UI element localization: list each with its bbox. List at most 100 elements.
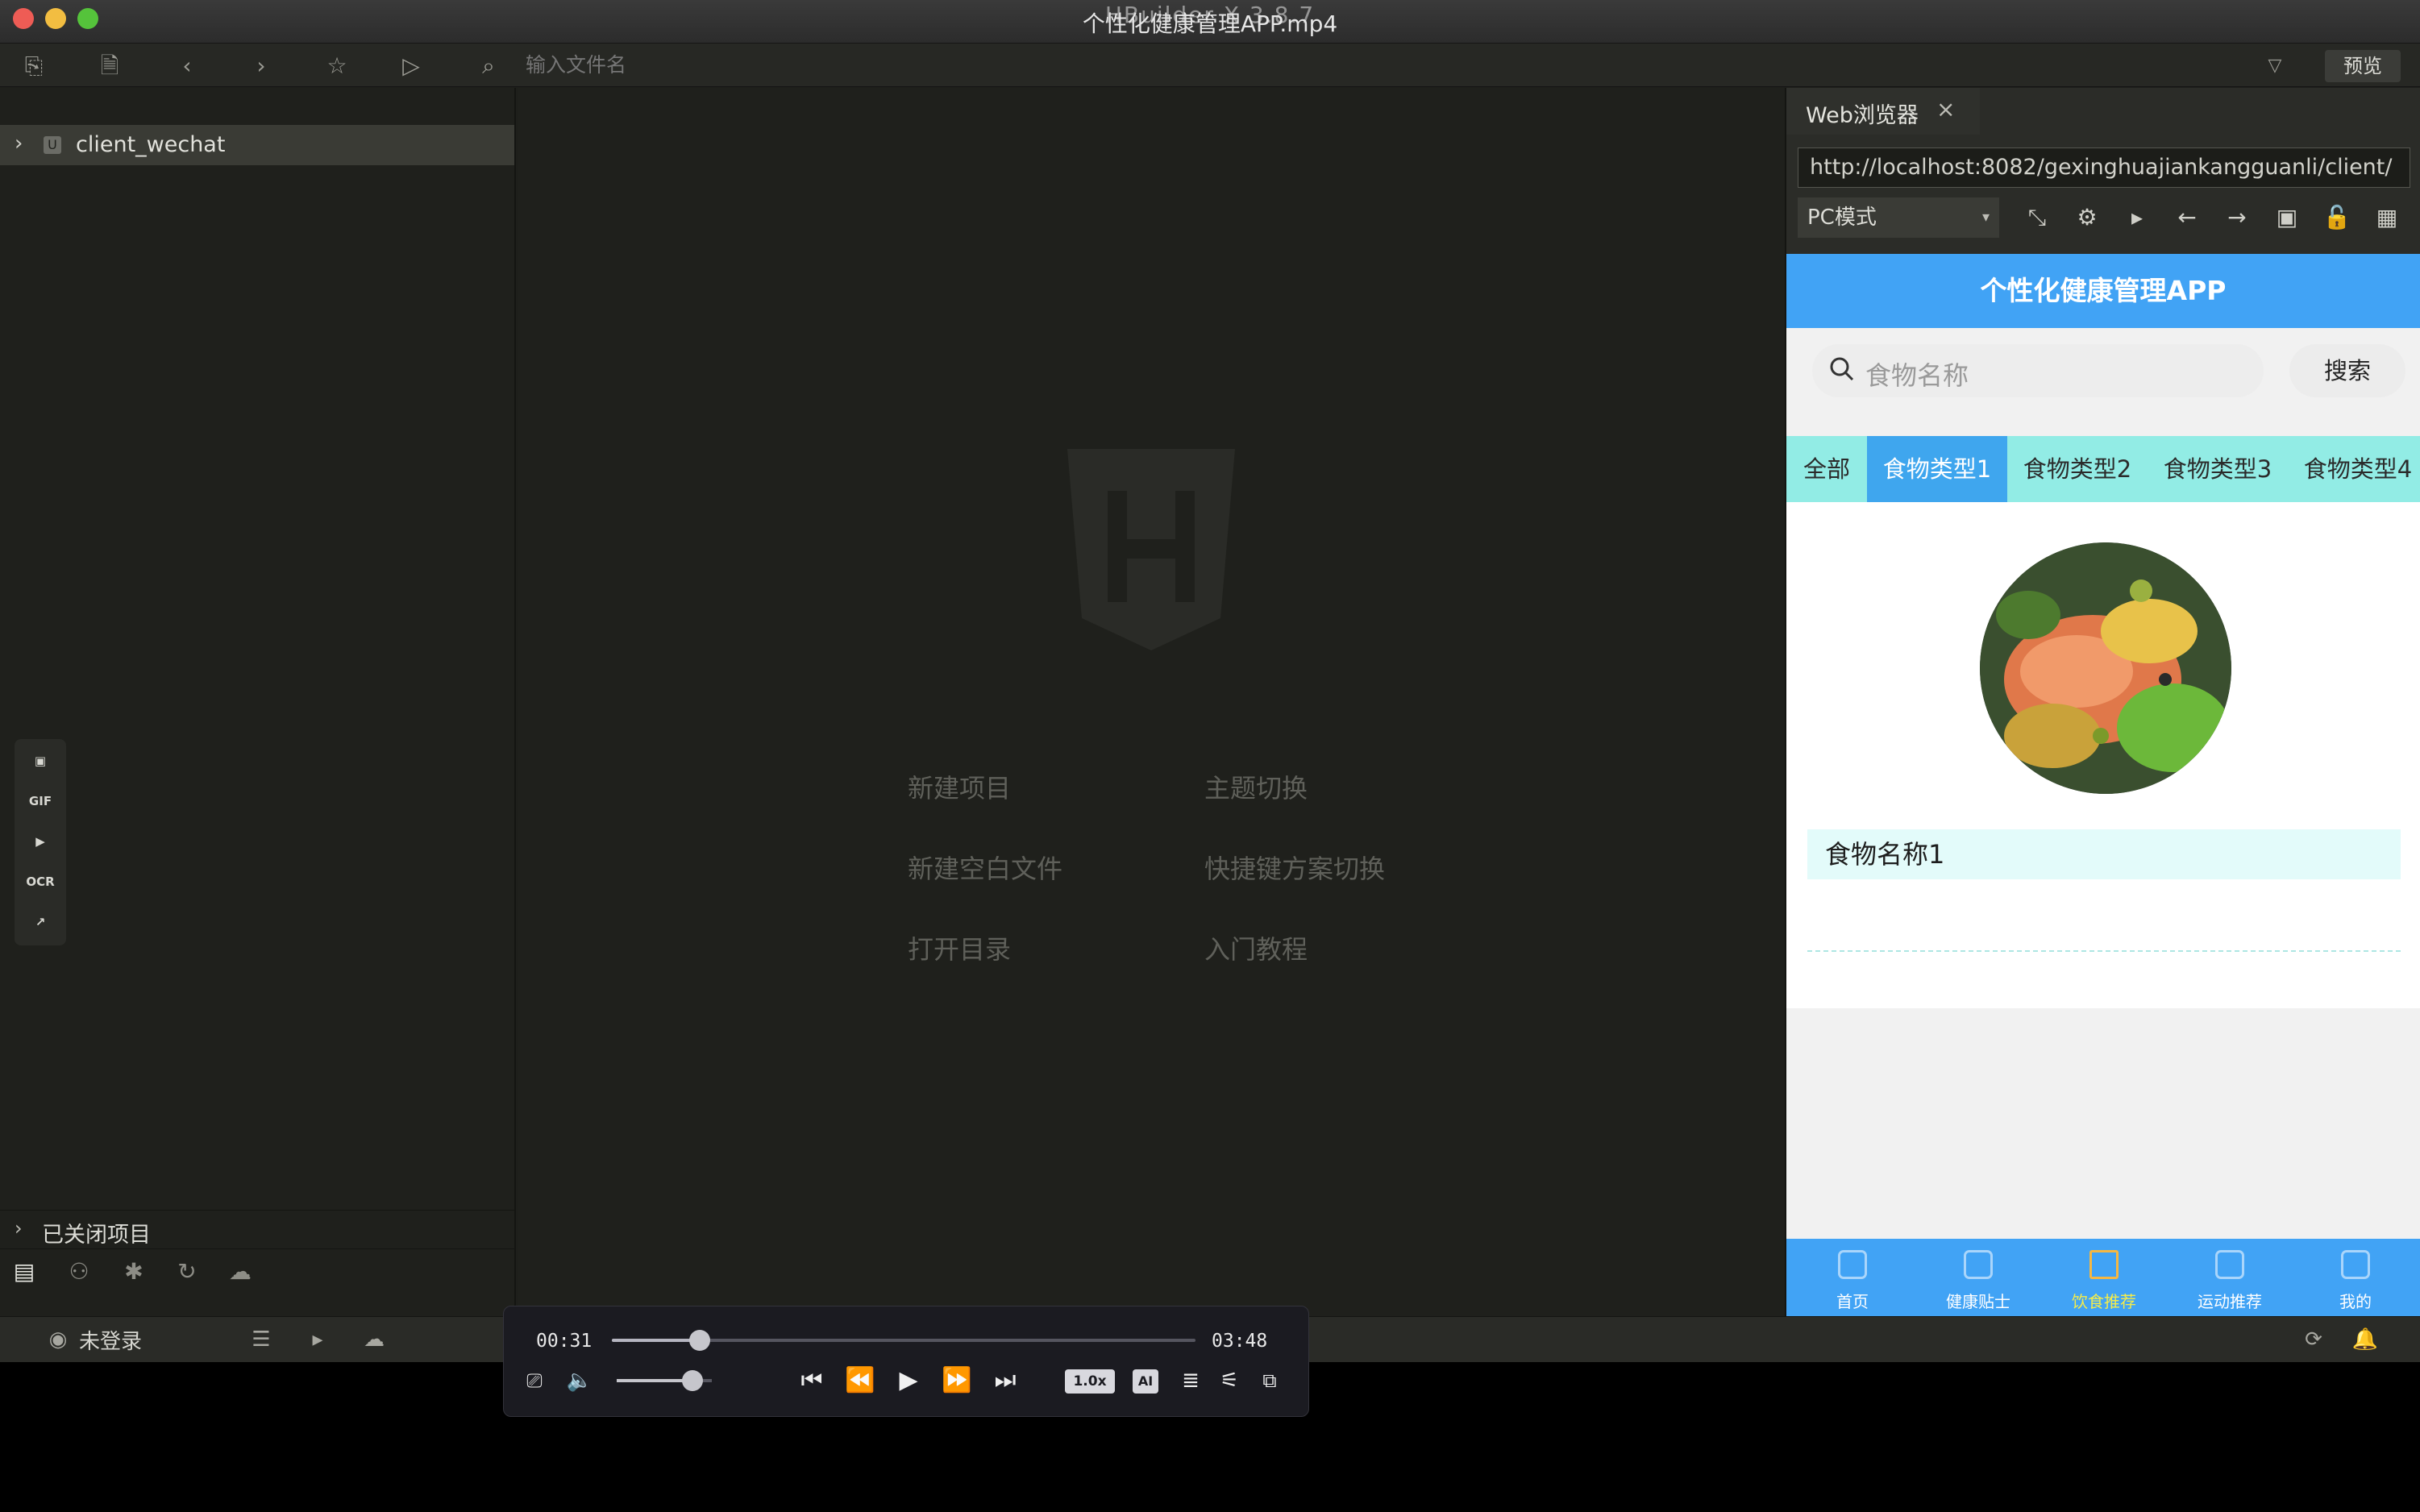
pip-icon[interactable]: ⧉ <box>1252 1363 1287 1398</box>
tab-label: 我的 <box>2339 1292 2372 1311</box>
category-tab[interactable]: 全部 <box>1786 436 1867 502</box>
category-tabs: 全部 食物类型1 食物类型2 食物类型3 食物类型4 <box>1786 436 2420 502</box>
chevron-right-icon[interactable]: › <box>15 1217 23 1240</box>
resize-icon[interactable]: ⤡ <box>2017 197 2057 238</box>
video-icon[interactable]: ▶ <box>24 828 56 855</box>
find-file-icon[interactable]: ⌕ <box>472 50 505 82</box>
rewind-icon[interactable]: ⏪ <box>842 1363 878 1398</box>
editor-welcome: 新建项目 主题切换 新建空白文件 快捷键方案切换 打开目录 入门教程 <box>518 88 1785 1316</box>
tab-mine[interactable]: 我的 <box>2307 1239 2404 1316</box>
search-input[interactable]: 食物名称 <box>1812 344 2264 397</box>
food-name[interactable]: 食物名称1 <box>1807 829 2401 879</box>
share-icon[interactable]: ↗ <box>24 908 56 936</box>
food-image[interactable] <box>1980 542 2231 794</box>
web-browser-panel: Web浏览器 × http://localhost:8082/gexinghua… <box>1785 88 2420 1316</box>
sidebar-tabs: ▤ ⚇ ✱ ↻ ☁ <box>0 1248 514 1294</box>
new-blank-file-link[interactable]: 新建空白文件 <box>908 849 1062 886</box>
skip-forward-icon[interactable]: ⏭ <box>988 1363 1023 1398</box>
save-icon[interactable]: 🗎 <box>94 50 126 82</box>
screenshot-icon[interactable]: ▣ <box>2267 197 2307 238</box>
window-title: 个性化健康管理APP.mp4 <box>1082 10 1338 37</box>
gif-icon[interactable]: GIF <box>24 787 56 815</box>
star-icon[interactable]: ☆ <box>321 50 353 82</box>
dropdown-arrow-icon: ▾ <box>1981 209 1990 226</box>
speed-button[interactable]: 1.0x <box>1065 1369 1115 1394</box>
search-button[interactable]: 搜索 <box>2289 344 2405 397</box>
document-icon <box>1964 1250 1993 1279</box>
app-window: HBuilder X 3.8.7 个性化健康管理APP.mp4 ⎘ 🗎 ‹ › … <box>0 0 2420 1362</box>
divider <box>1807 950 2401 952</box>
image-icon[interactable]: ▣ <box>24 747 56 775</box>
binoculars-icon[interactable]: ⚇ <box>61 1254 97 1290</box>
new-file-icon[interactable]: ⎘ <box>18 50 50 82</box>
tab-label: 健康贴士 <box>1946 1292 2010 1311</box>
run-icon[interactable]: ▷ <box>395 50 427 82</box>
playlist-icon[interactable]: ≣ <box>1173 1363 1208 1398</box>
theme-switch-link[interactable]: 主题切换 <box>1204 768 1308 805</box>
file-search-input[interactable] <box>526 50 2275 81</box>
category-tab-active[interactable]: 食物类型1 <box>1867 436 2007 502</box>
mode-select[interactable]: PC模式 ▾ <box>1798 197 1999 238</box>
arrow-left-icon[interactable]: ← <box>2167 197 2207 238</box>
fast-forward-icon[interactable]: ⏩ <box>939 1363 975 1398</box>
bell-icon[interactable]: 🔔 <box>2349 1323 2381 1356</box>
settings-icon[interactable]: ⚙ <box>2067 197 2107 238</box>
skip-back-icon[interactable]: ⏮ <box>794 1363 830 1398</box>
project-icon: U <box>44 136 61 154</box>
url-field[interactable]: http://localhost:8082/gexinghuajiankangg… <box>1798 147 2410 188</box>
project-manager-icon[interactable]: ▤ <box>6 1254 42 1290</box>
tab-exercise-recommend[interactable]: 运动推荐 <box>2181 1239 2278 1316</box>
tab-health-tips[interactable]: 健康贴士 <box>1930 1239 2027 1316</box>
project-item[interactable]: › U client_wechat <box>0 125 514 165</box>
qrcode-icon[interactable]: ▦ <box>2367 197 2407 238</box>
tab-home[interactable]: 首页 <box>1804 1239 1901 1316</box>
forward-icon[interactable]: › <box>245 50 277 82</box>
volume-icon[interactable]: 🔈 <box>562 1363 597 1398</box>
browser-tab-label: Web浏览器 <box>1806 103 1919 128</box>
volume-handle[interactable] <box>682 1370 704 1391</box>
play-icon[interactable]: ▶ <box>891 1363 926 1398</box>
adjust-icon[interactable]: ⚟ <box>1212 1363 1247 1398</box>
shortcut-scheme-link[interactable]: 快捷键方案切换 <box>1204 849 1385 886</box>
filter-icon[interactable]: ▽ <box>2259 50 2291 82</box>
back-icon[interactable]: ‹ <box>171 50 203 82</box>
progress-handle[interactable] <box>688 1330 710 1351</box>
mode-value: PC模式 <box>1807 206 1877 230</box>
chevron-right-icon[interactable]: › <box>15 131 23 156</box>
terminal-icon[interactable]: ▸ <box>301 1323 334 1356</box>
new-project-link[interactable]: 新建项目 <box>908 768 1011 805</box>
progress-fill <box>612 1339 700 1342</box>
app-title: 个性化健康管理APP <box>1786 254 2420 328</box>
tab-web-browser[interactable]: Web浏览器 × <box>1786 88 1980 135</box>
close-icon[interactable]: × <box>1936 96 1955 123</box>
search-icon <box>1830 357 1854 381</box>
update-icon[interactable]: ⟳ <box>2297 1323 2330 1356</box>
user-icon <box>2341 1250 2370 1279</box>
cloud-icon[interactable]: ☁ <box>358 1323 390 1356</box>
ocr-icon[interactable]: OCR <box>24 868 56 895</box>
airplay-icon[interactable]: ⎚ <box>517 1363 552 1398</box>
video-player-controls: 00:31 03:48 ⎚ 🔈 ⏮ ⏪ ▶ ⏩ ⏭ 1.0x AI ≣ ⚟ ⧉ <box>503 1306 1309 1417</box>
tab-diet-recommend[interactable]: 饮食推荐 <box>2056 1239 2152 1316</box>
debug-icon[interactable]: ✱ <box>116 1254 152 1290</box>
category-tab[interactable]: 食物类型2 <box>2007 436 2148 502</box>
category-tab[interactable]: 食物类型4 <box>2288 436 2420 502</box>
cloud-icon[interactable]: ☁ <box>222 1254 258 1290</box>
console-icon[interactable]: ▸ <box>2117 197 2157 238</box>
closed-projects[interactable]: › 已关闭项目 <box>0 1210 514 1248</box>
screenshot-toolbar: ▣ GIF ▶ OCR ↗ <box>15 739 66 945</box>
tutorial-link[interactable]: 入门教程 <box>1204 929 1308 966</box>
closed-projects-label: 已关闭项目 <box>42 1223 151 1248</box>
lock-icon[interactable]: 🔓 <box>2317 197 2357 238</box>
project-name: client_wechat <box>76 132 226 157</box>
category-tab[interactable]: 食物类型3 <box>2148 436 2288 502</box>
h5-logo-icon <box>1067 449 1235 650</box>
login-status[interactable]: 未登录 <box>79 1325 142 1355</box>
open-directory-link[interactable]: 打开目录 <box>908 929 1011 966</box>
preview-button[interactable]: 预览 <box>2325 50 2401 82</box>
ai-button[interactable]: AI <box>1133 1369 1158 1394</box>
git-icon[interactable]: ↻ <box>169 1254 205 1290</box>
arrow-right-icon[interactable]: → <box>2217 197 2257 238</box>
list-icon[interactable]: ☰ <box>245 1323 277 1356</box>
calendar-icon <box>2215 1250 2244 1279</box>
